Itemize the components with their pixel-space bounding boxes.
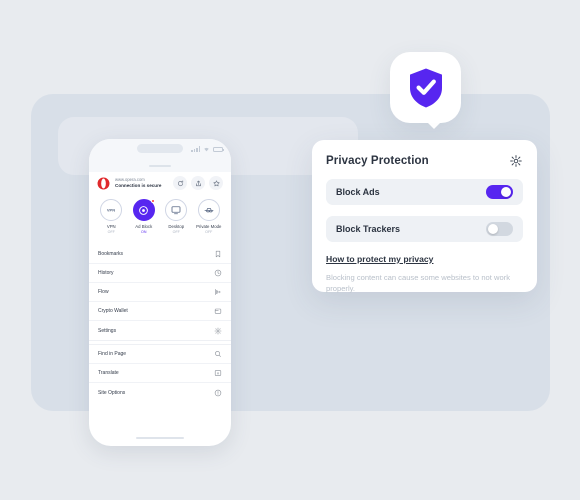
home-indicator <box>136 437 184 439</box>
vpn-icon: VPN <box>107 208 115 213</box>
desktop-circle <box>165 199 188 221</box>
reload-icon <box>177 179 183 186</box>
wallet-icon <box>214 308 222 314</box>
panel-title: Privacy Protection <box>326 155 429 167</box>
star-icon <box>212 179 220 186</box>
quick-action-private-mode[interactable]: Private Mode OFF <box>193 199 226 235</box>
svg-text:VPN: VPN <box>107 208 115 213</box>
phone-notch <box>137 144 183 153</box>
quick-action-state: ON <box>141 230 147 234</box>
bookmark-button[interactable] <box>209 176 223 190</box>
svg-text:A: A <box>217 371 220 375</box>
menu-item-label: Bookmarks <box>98 251 124 257</box>
menu-item-label: Find in Page <box>98 351 127 357</box>
menu-item-flow[interactable]: Flow <box>89 283 231 302</box>
sheet-grabber <box>149 165 171 167</box>
panel-note: Blocking content can cause some websites… <box>326 273 511 293</box>
quick-action-state: OFF <box>107 230 115 234</box>
option-row-block-ads[interactable]: Block Ads <box>326 179 523 205</box>
badge-pointer <box>425 120 443 129</box>
gear-icon[interactable] <box>509 154 523 168</box>
menu-item-crypto-wallet[interactable]: Crypto Wallet <box>89 302 231 321</box>
quick-action-desktop[interactable]: Desktop OFF <box>160 199 193 235</box>
menu-item-label: Translate <box>98 370 119 376</box>
menu-item-bookmarks[interactable]: Bookmarks <box>89 245 231 264</box>
reload-button[interactable] <box>173 176 187 190</box>
phone-status-bar <box>89 139 231 161</box>
menu-group-primary: Bookmarks History Flow Crypto Wallet Set… <box>89 245 231 340</box>
quick-action-state: OFF <box>205 230 213 234</box>
privacy-protection-panel: Privacy Protection Block Ads Block Track… <box>312 140 537 293</box>
shield-badge <box>390 52 461 123</box>
wifi-icon <box>204 147 209 152</box>
private-mode-circle <box>197 199 220 221</box>
quick-action-vpn[interactable]: VPN VPN OFF <box>95 199 128 235</box>
screen: www.opera.com Connection is secure VPN V… <box>0 0 580 500</box>
status-icons <box>191 146 224 152</box>
notification-badge <box>150 199 155 203</box>
menu-item-translate[interactable]: Translate A <box>89 364 231 383</box>
privacy-help-link[interactable]: How to protect my privacy <box>326 254 433 264</box>
menu-item-settings[interactable]: Settings <box>89 321 231 340</box>
gear-icon <box>214 327 222 334</box>
shield-check-icon <box>409 68 442 107</box>
menu-item-label: Flow <box>98 289 109 295</box>
share-button[interactable] <box>191 176 205 190</box>
menu-item-label: Settings <box>98 327 117 334</box>
private-mode-icon <box>204 208 214 213</box>
block-ads-toggle[interactable] <box>486 185 513 199</box>
translate-icon: A <box>214 370 222 376</box>
option-row-block-trackers[interactable]: Block Trackers <box>326 216 523 242</box>
quick-actions-row: VPN VPN OFF Ad Block ON Desktop OFF Priv… <box>89 197 231 241</box>
menu-item-find-in-page[interactable]: Find in Page <box>89 345 231 364</box>
search-icon <box>215 351 221 357</box>
info-icon <box>214 389 222 396</box>
bookmark-icon <box>215 250 221 258</box>
signal-bars-icon <box>191 146 200 152</box>
ad-block-circle <box>132 199 155 221</box>
desktop-icon <box>171 206 181 215</box>
panel-header: Privacy Protection <box>326 154 523 168</box>
address-bar-actions <box>173 176 223 190</box>
flow-icon <box>215 289 221 295</box>
option-label: Block Ads <box>336 187 380 197</box>
quick-action-ad-block[interactable]: Ad Block ON <box>128 199 161 235</box>
menu-sheet-handle-area <box>89 161 231 172</box>
option-label: Block Trackers <box>336 224 401 234</box>
opera-logo-icon <box>97 177 110 189</box>
address-bar[interactable]: www.opera.com Connection is secure <box>89 172 231 197</box>
toggle-knob <box>500 186 512 198</box>
battery-icon <box>213 147 224 152</box>
quick-action-state: OFF <box>172 230 180 234</box>
phone-mockup: www.opera.com Connection is secure VPN V… <box>89 139 231 446</box>
share-icon <box>195 180 201 186</box>
block-trackers-toggle[interactable] <box>486 222 513 236</box>
menu-item-label: History <box>98 270 114 276</box>
clock-icon <box>214 269 222 277</box>
menu-group-secondary: Find in Page Translate A Site Options <box>89 345 231 402</box>
menu-item-label: Crypto Wallet <box>98 308 128 314</box>
menu-item-history[interactable]: History <box>89 264 231 283</box>
menu-item-site-options[interactable]: Site Options <box>89 383 231 402</box>
adblock-icon <box>139 205 149 215</box>
toggle-knob <box>487 223 499 235</box>
vpn-circle: VPN <box>100 199 123 221</box>
security-status-text: Connection is secure <box>115 182 162 188</box>
menu-item-label: Site Options <box>98 389 126 396</box>
